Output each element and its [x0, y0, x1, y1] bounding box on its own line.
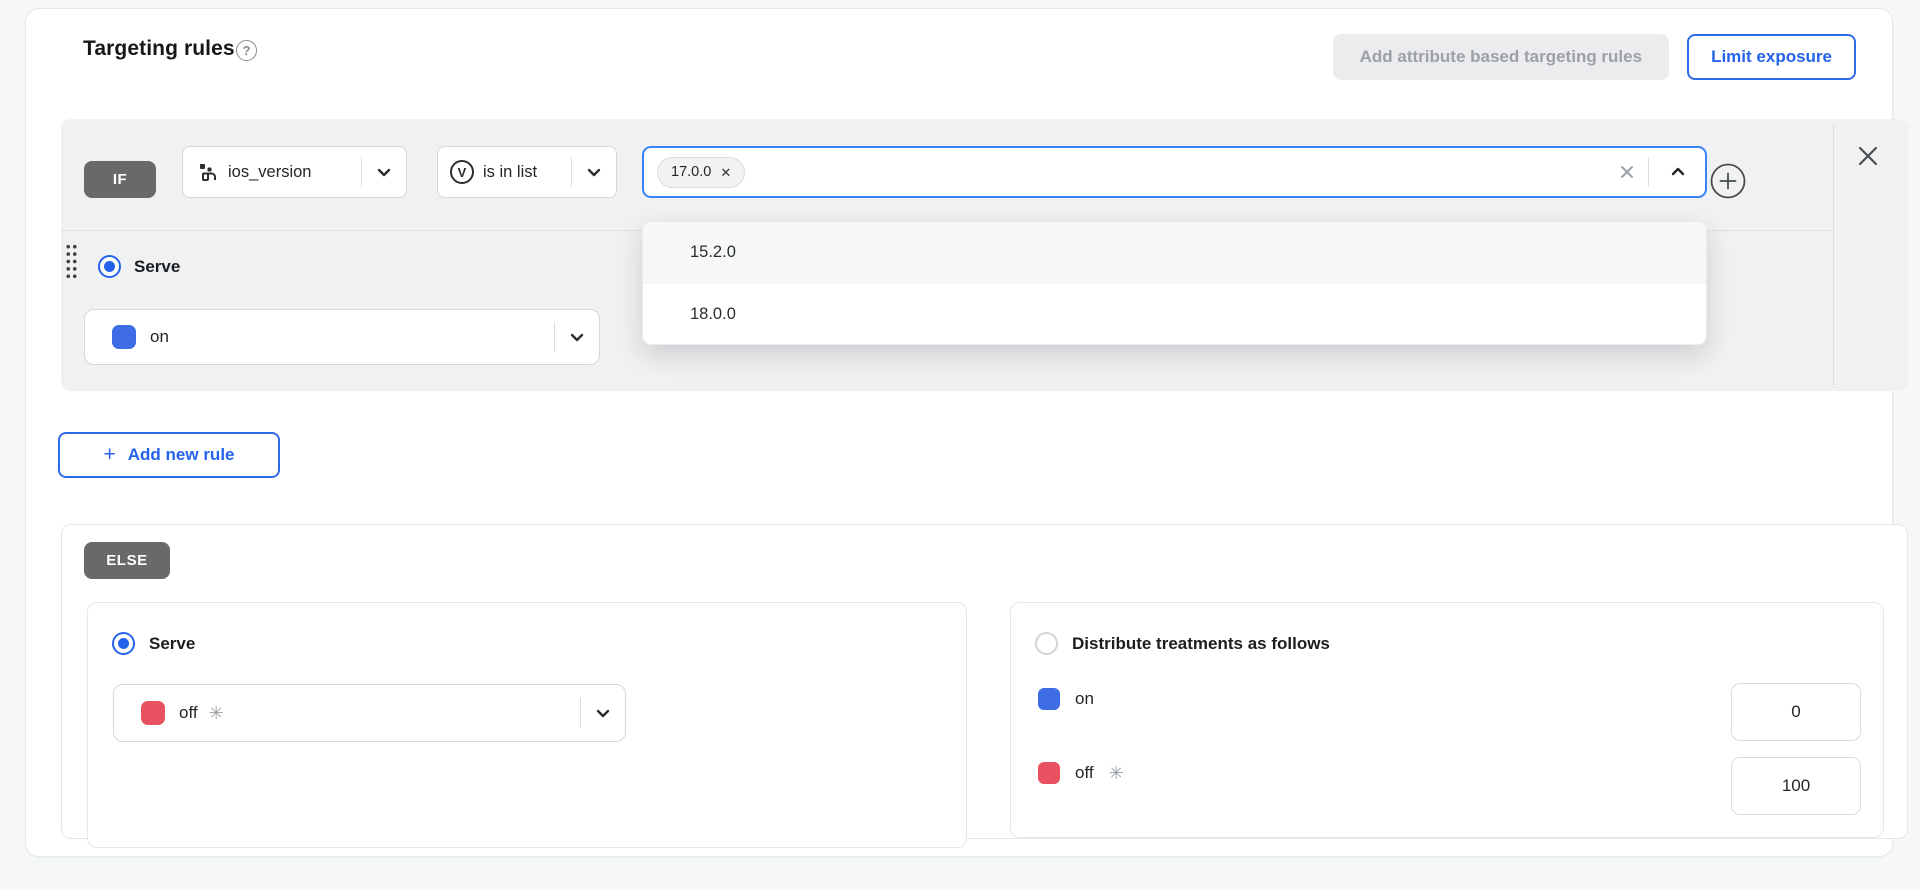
add-condition-icon[interactable]: [1709, 162, 1747, 200]
select-divider: [1648, 157, 1649, 187]
treatment-off-swatch: [1038, 762, 1060, 784]
dropdown-option[interactable]: 18.0.0: [643, 283, 1706, 344]
default-treatment-icon: ✳: [209, 703, 224, 724]
chevron-down-icon[interactable]: [555, 328, 599, 346]
targeting-rule-card: IF ios_version V is in list: [61, 119, 1908, 391]
add-new-rule-button[interactable]: + Add new rule: [58, 432, 280, 478]
clear-values-icon[interactable]: [1618, 163, 1636, 181]
distribute-label: Distribute treatments as follows: [1072, 634, 1330, 654]
limit-exposure-button[interactable]: Limit exposure: [1687, 34, 1856, 80]
else-serve-option[interactable]: Serve: [112, 632, 195, 655]
values-multiselect[interactable]: 17.0.0 ✕: [642, 146, 1707, 198]
chevron-down-icon[interactable]: [572, 163, 616, 181]
attribute-select[interactable]: ios_version: [182, 146, 407, 198]
remove-rule-icon[interactable]: [1856, 144, 1880, 168]
treatment-off-swatch: [141, 701, 165, 725]
treatment-on-swatch: [1038, 688, 1060, 710]
distribute-treatment-name: on: [1075, 689, 1094, 709]
distribute-treatment-name: off: [1075, 763, 1094, 783]
treatment-value: on: [150, 327, 169, 347]
else-treatment-value: off: [179, 703, 198, 723]
else-serve-radio[interactable]: [112, 632, 135, 655]
attribute-icon: [197, 161, 219, 183]
chevron-down-icon[interactable]: [581, 704, 625, 722]
targeting-rules-panel: Targeting rules ? Add attribute based ta…: [25, 8, 1893, 857]
distribute-card: Distribute treatments as follows on off …: [1010, 602, 1884, 838]
chip-label: 17.0.0: [671, 164, 711, 180]
distribute-option[interactable]: Distribute treatments as follows: [1035, 632, 1330, 655]
if-badge: IF: [84, 161, 156, 198]
treatment-on-swatch: [112, 325, 136, 349]
value-chip: 17.0.0 ✕: [657, 157, 745, 188]
serve-label: Serve: [134, 257, 180, 277]
matcher-version-icon: V: [450, 160, 474, 184]
matcher-value: is in list: [483, 163, 537, 182]
add-attribute-rules-button[interactable]: Add attribute based targeting rules: [1333, 34, 1669, 80]
else-serve-card: Serve off ✳: [87, 602, 967, 848]
distribute-off-percent-input[interactable]: [1731, 757, 1861, 815]
drag-handle[interactable]: [64, 242, 77, 278]
attribute-value: ios_version: [228, 163, 311, 182]
dropdown-option[interactable]: 15.2.0: [643, 222, 1706, 283]
distribute-on-percent-input[interactable]: [1731, 683, 1861, 741]
chevron-down-icon[interactable]: [362, 163, 406, 181]
else-treatment-select[interactable]: off ✳: [113, 684, 626, 742]
plus-icon: +: [104, 443, 116, 467]
rule-dotted-divider: [1833, 125, 1834, 385]
add-new-rule-label: Add new rule: [128, 445, 235, 465]
page-title: Targeting rules: [83, 37, 235, 61]
values-input[interactable]: [753, 148, 1618, 196]
chip-remove-icon[interactable]: ✕: [720, 166, 731, 179]
chevron-up-icon[interactable]: [1661, 163, 1695, 181]
distribute-row-on: on: [1038, 688, 1109, 710]
matcher-select[interactable]: V is in list: [437, 146, 617, 198]
header-buttons: Add attribute based targeting rules Limi…: [1333, 34, 1856, 80]
else-section: ELSE Serve off ✳: [61, 524, 1908, 839]
values-dropdown-menu: 15.2.0 18.0.0: [642, 221, 1707, 345]
default-treatment-icon: ✳: [1109, 763, 1124, 784]
else-badge: ELSE: [84, 542, 170, 579]
distribute-radio[interactable]: [1035, 632, 1058, 655]
else-serve-label: Serve: [149, 634, 195, 654]
serve-radio[interactable]: [98, 255, 121, 278]
treatment-select[interactable]: on: [84, 309, 600, 365]
help-icon[interactable]: ?: [236, 40, 257, 61]
serve-option[interactable]: Serve: [98, 255, 180, 278]
distribute-row-off: off ✳: [1038, 762, 1124, 784]
